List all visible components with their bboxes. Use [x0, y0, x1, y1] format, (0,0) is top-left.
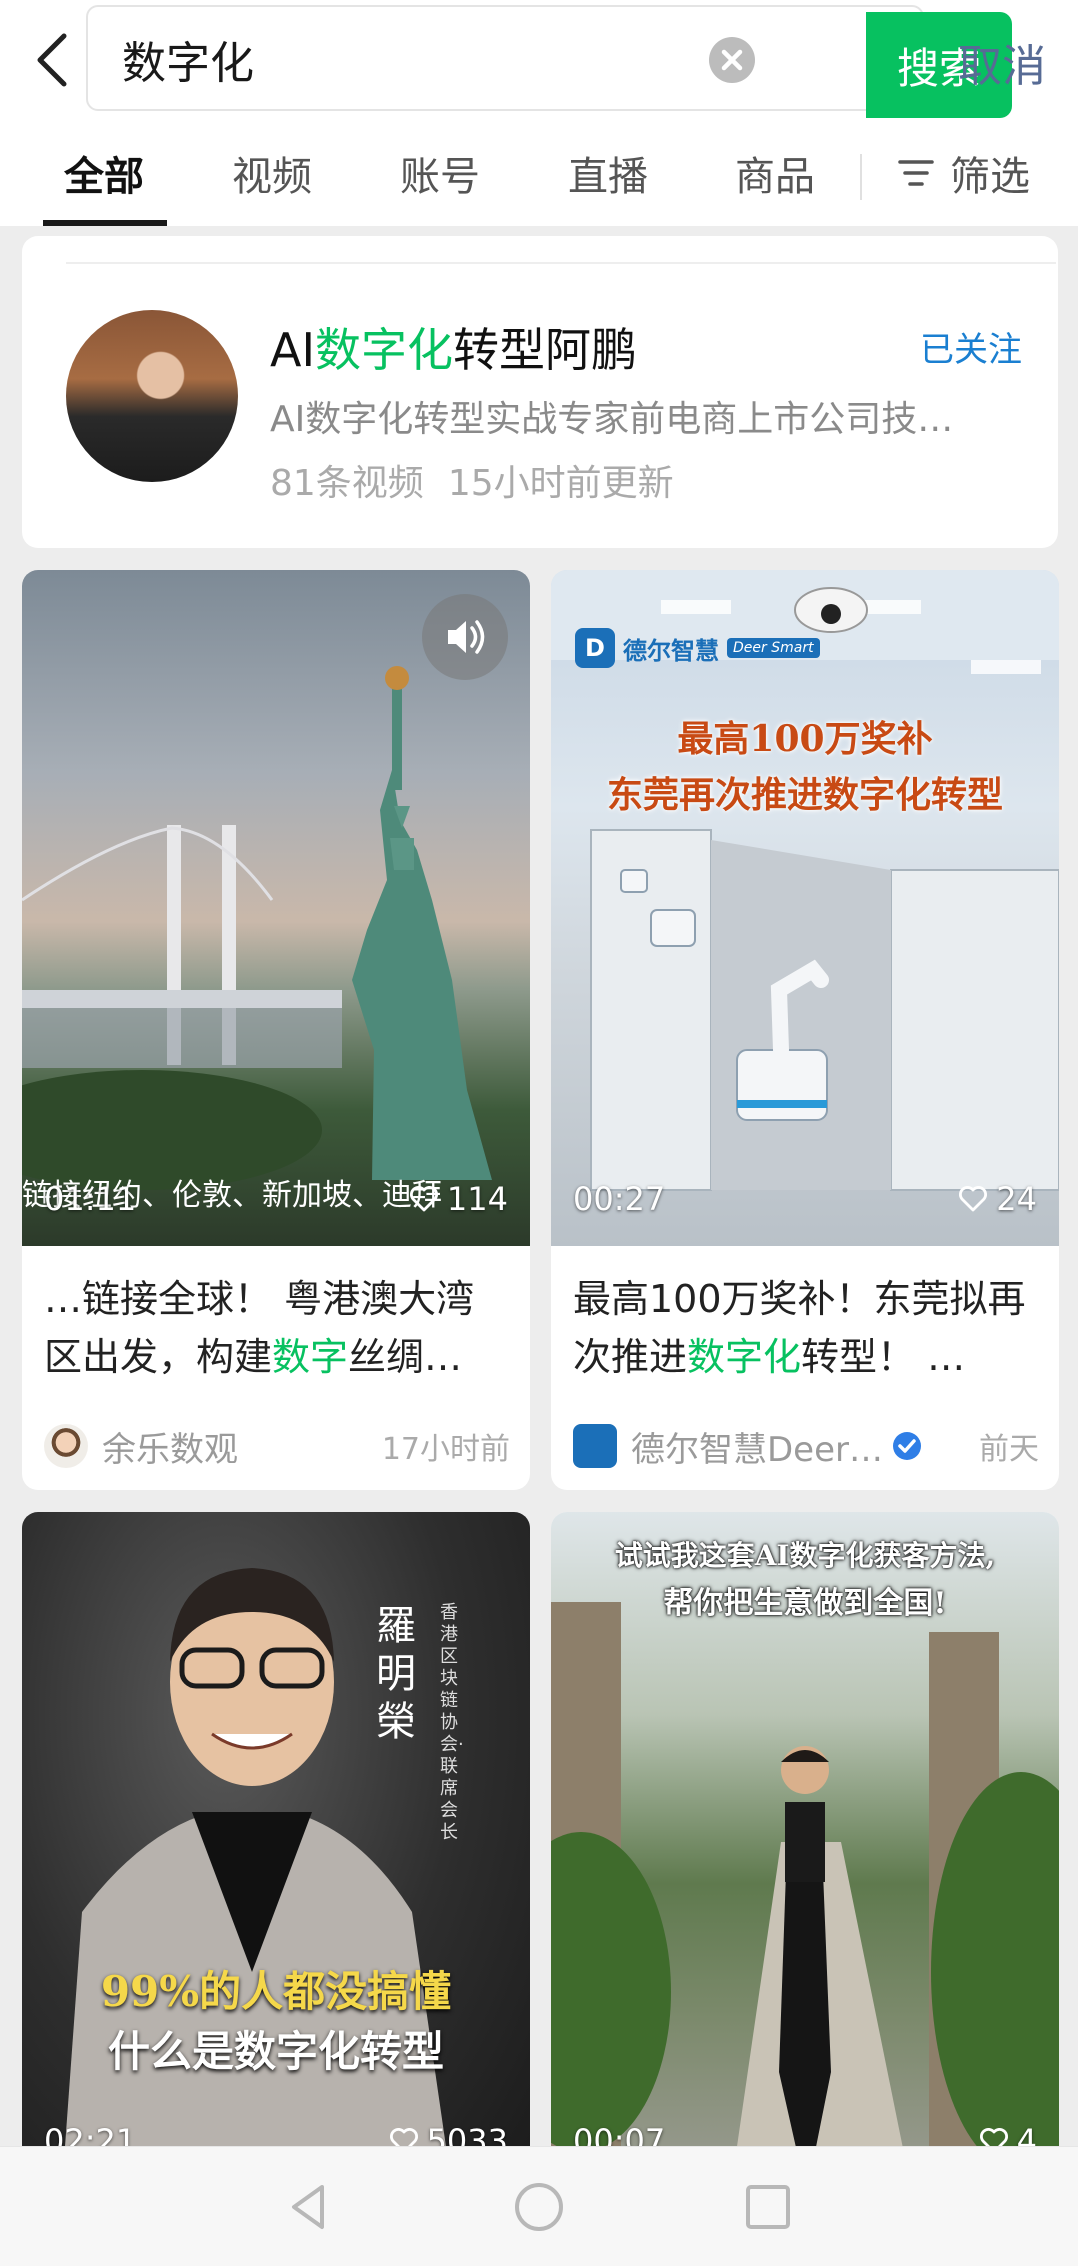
video-thumbnail[interactable]: 试试我这套AI数字化获客方法, 帮你把生意做到全国! 00:07 4	[551, 1512, 1059, 2188]
video-author[interactable]: 德尔智慧Deer… 前天	[573, 1418, 1039, 1474]
video-thumbnail[interactable]: D 德尔智慧 Deer Smart 最高100万奖补 东莞再次推进数字化转型 0…	[551, 570, 1059, 1246]
follow-status-button[interactable]: 已关注	[920, 322, 1022, 371]
filter-button[interactable]: 筛选	[898, 144, 1030, 202]
clear-icon[interactable]	[709, 37, 755, 83]
video-duration: 01:11	[44, 1180, 137, 1218]
speaker-name: 羅明榮	[376, 1603, 416, 1745]
video-overlay-title: 试试我这套AI数字化获客方法,	[614, 1539, 996, 1572]
avatar[interactable]	[66, 310, 238, 482]
divider	[66, 262, 1056, 264]
filter-icon	[898, 160, 934, 186]
heart-icon	[409, 1186, 438, 1212]
account-meta: 81条视频 15小时前更新	[270, 454, 674, 506]
sound-icon[interactable]	[422, 594, 508, 680]
video-overlay-title: 99%的人都没搞懂	[100, 1967, 452, 2016]
video-overlay-subtitle: 帮你把生意做到全国!	[663, 1586, 947, 1621]
video-title[interactable]: …链接全球！ 粤港澳大湾区出发，构建数字丝绸…	[44, 1270, 510, 1386]
video-thumbnail[interactable]: 羅明榮 香港区块链协会·联席会长 99%的人都没搞懂 什么是数字化转型 02:2…	[22, 1512, 530, 2188]
author-name: 德尔智慧Deer…	[631, 1429, 883, 1470]
system-navigation-bar	[0, 2146, 1078, 2266]
like-count: 24	[958, 1180, 1037, 1218]
account-description: AI数字化转型实战专家前电商上市公司技…	[270, 399, 954, 440]
video-count: 81条视频	[270, 463, 424, 504]
tab-products[interactable]: 商品	[735, 144, 815, 202]
video-author[interactable]: 余乐数观 17小时前	[44, 1418, 510, 1474]
account-name: AI数字化转型阿鹏	[270, 323, 638, 377]
video-card[interactable]: 试试我这套AI数字化获客方法, 帮你把生意做到全国! 00:07 4	[551, 1512, 1059, 2188]
post-time: 前天	[979, 1432, 1039, 1467]
heart-icon	[959, 1186, 988, 1212]
author-avatar	[573, 1424, 617, 1468]
tab-live[interactable]: 直播	[568, 144, 648, 202]
nav-back-icon[interactable]	[278, 2175, 342, 2239]
brand-logo: D 德尔智慧 Deer Smart	[575, 628, 820, 668]
filter-label: 筛选	[950, 154, 1030, 200]
back-arrow-icon[interactable]	[28, 28, 80, 92]
nav-home-icon[interactable]	[507, 2175, 571, 2239]
video-card[interactable]: D 德尔智慧 Deer Smart 最高100万奖补 东莞再次推进数字化转型 0…	[551, 570, 1059, 1490]
video-title[interactable]: 最高100万奖补！东莞拟再次推进数字化转型！ …	[573, 1270, 1039, 1386]
tab-all[interactable]: 全部	[64, 144, 144, 202]
top-bar: 搜索 取消 全部 视频 账号 直播 商品 筛选	[0, 0, 1078, 226]
video-thumbnail[interactable]: 链接纽约、伦敦、新加坡、迪拜 01:11 114	[22, 570, 530, 1246]
video-overlay-title: 最高100万奖补	[677, 718, 933, 760]
nav-recents-icon[interactable]	[736, 2175, 800, 2239]
update-time: 15小时前更新	[447, 463, 674, 504]
tab-videos[interactable]: 视频	[232, 144, 312, 202]
verified-badge-icon	[893, 1432, 921, 1460]
active-tab-indicator	[43, 220, 167, 226]
search-box: 搜索	[86, 5, 1012, 118]
post-time: 17小时前	[381, 1432, 510, 1467]
factory-robot-illustration	[551, 570, 1059, 1191]
tab-accounts[interactable]: 账号	[400, 144, 480, 202]
filter-tabs: 全部 视频 账号 直播 商品 筛选	[0, 130, 1078, 226]
cancel-button[interactable]: 取消	[958, 30, 1046, 94]
video-overlay-subtitle: 东莞再次推进数字化转型	[606, 774, 1003, 816]
account-result-card[interactable]: AI数字化转型阿鹏 已关注 AI数字化转型实战专家前电商上市公司技… 81条视频…	[22, 236, 1058, 548]
author-name: 余乐数观	[102, 1429, 238, 1470]
divider	[860, 154, 862, 200]
video-overlay-subtitle: 什么是数字化转型	[107, 2027, 444, 2076]
author-avatar	[44, 1424, 88, 1468]
video-duration: 00:27	[573, 1180, 666, 1218]
video-card[interactable]: 羅明榮 香港区块链协会·联席会长 99%的人都没搞懂 什么是数字化转型 02:2…	[22, 1512, 530, 2188]
like-count: 114	[409, 1180, 508, 1218]
speaker-role: 香港区块链协会·联席会长	[440, 1602, 464, 1843]
search-input[interactable]	[122, 29, 682, 89]
video-card[interactable]: 链接纽约、伦敦、新加坡、迪拜 01:11 114 …链接全球！ 粤港澳大湾区出发…	[22, 570, 530, 1490]
